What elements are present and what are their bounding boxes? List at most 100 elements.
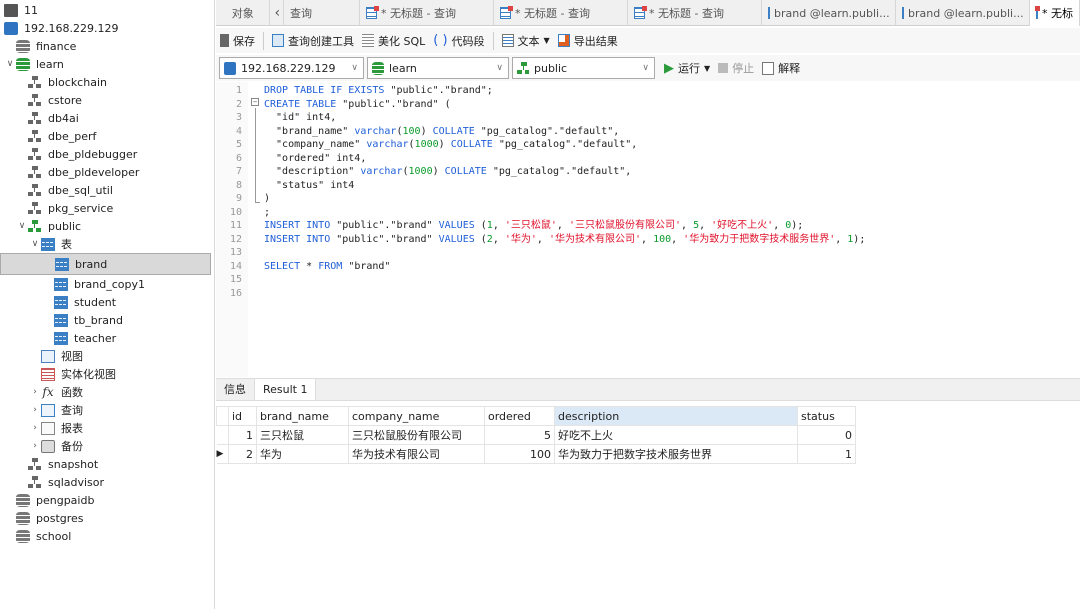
cell-brand-name[interactable]: 华为	[256, 444, 349, 464]
query-builder-button[interactable]: 查询创建工具	[272, 33, 354, 49]
connection-icon	[4, 3, 18, 17]
tab-editor[interactable]: * 无标题 - 查询	[628, 0, 762, 26]
chevron-right-icon[interactable]: ›	[29, 423, 41, 433]
column-header-description[interactable]: description	[554, 406, 798, 426]
cell-ordered[interactable]: 100	[484, 444, 555, 464]
column-header-ordered[interactable]: ordered	[484, 406, 555, 426]
stop-button[interactable]: 停止	[718, 60, 754, 76]
fold-toggle-icon[interactable]: −	[251, 98, 259, 106]
code-token: FROM	[318, 260, 349, 272]
tab-editor[interactable]: brand @learn.publi...	[896, 0, 1030, 26]
cell-brand-name[interactable]: 三只松鼠	[256, 425, 349, 445]
chevron-right-icon[interactable]: ›	[29, 441, 41, 451]
column-header-company-name[interactable]: company_name	[348, 406, 485, 426]
tree-item-snapshot[interactable]: snapshot	[0, 455, 214, 473]
tree-item[interactable]: ∨ 表	[0, 235, 214, 253]
tree-item[interactable]: › 备份	[0, 437, 214, 455]
tree-item-dbe-pldeveloper[interactable]: dbe_pldeveloper	[0, 163, 214, 181]
tree-item-dbe-sql-util[interactable]: dbe_sql_util	[0, 181, 214, 199]
tree-item[interactable]: › fx 函数	[0, 383, 214, 401]
beautify-sql-button[interactable]: 美化 SQL	[362, 33, 425, 49]
cell-description[interactable]: 华为致力于把数字技术服务世界	[554, 444, 798, 464]
tree-item-dbe-pldebugger[interactable]: dbe_pldebugger	[0, 145, 214, 163]
table-row[interactable]: ▶ 2 华为 华为技术有限公司 100 华为致力于把数字技术服务世界 1	[216, 444, 856, 464]
tab-info[interactable]: 信息	[216, 378, 254, 400]
cell-description[interactable]: 好吃不上火	[554, 425, 798, 445]
cell-status[interactable]: 0	[797, 425, 856, 445]
column-header-brand-name[interactable]: brand_name	[256, 406, 349, 426]
tab-scroll-back[interactable]: ‹	[270, 0, 284, 26]
code-line: 12 INSERT INTO "public"."brand" VALUES (2…	[216, 233, 1080, 247]
cell-status[interactable]: 1	[797, 444, 856, 464]
chevron-down-icon[interactable]: ∨	[4, 59, 16, 69]
code-snippet-button[interactable]: ( ) 代码段	[433, 33, 484, 49]
tree-item-label: pkg_service	[48, 201, 114, 215]
tree-item-teacher[interactable]: teacher	[0, 329, 214, 347]
connection-select[interactable]: 192.168.229.129 ∨	[219, 57, 364, 79]
code-token: "brand_name"	[264, 125, 355, 137]
tab-editor[interactable]: * 无标题 - 查询	[494, 0, 628, 26]
row-indicator[interactable]	[216, 425, 229, 445]
save-button[interactable]: 保存	[220, 33, 255, 49]
cell-company-name[interactable]: 华为技术有限公司	[348, 444, 485, 464]
function-icon: fx	[42, 384, 54, 399]
tree-item-sqladvisor[interactable]: sqladvisor	[0, 473, 214, 491]
row-indicator[interactable]: ▶	[216, 444, 229, 464]
column-header-id[interactable]: id	[228, 406, 257, 426]
tree-item-192-168-229-129[interactable]: 192.168.229.129	[0, 19, 214, 37]
text-mode-dropdown[interactable]: 文本 ▼	[501, 33, 550, 49]
cell-company-name[interactable]: 三只松鼠股份有限公司	[348, 425, 485, 445]
tree-item-label: brand	[75, 257, 108, 271]
tree-item-brand[interactable]: brand	[0, 253, 211, 275]
tree-item-blockchain[interactable]: blockchain	[0, 73, 214, 91]
cell-id[interactable]: 2	[228, 444, 257, 464]
tab-label: brand @learn.publi...	[908, 6, 1024, 20]
export-results-button[interactable]: 导出结果	[557, 33, 618, 49]
tree-item-tb-brand[interactable]: tb_brand	[0, 311, 214, 329]
result-grid[interactable]: id brand_name company_name ordered descripti…	[216, 406, 856, 464]
cell-id[interactable]: 1	[228, 425, 257, 445]
tree-item-public[interactable]: ∨ public	[0, 217, 214, 235]
tree-item-finance[interactable]: finance	[0, 37, 214, 55]
code-token: "company_name"	[264, 139, 367, 150]
tree-item-school[interactable]: school	[0, 527, 214, 545]
tab-editor[interactable]: * 无标题 - 查询	[360, 0, 494, 26]
chevron-right-icon[interactable]: ›	[29, 405, 41, 415]
tab-result-1[interactable]: Result 1	[254, 378, 317, 400]
tree-item-learn[interactable]: ∨ learn	[0, 55, 214, 73]
line-number: 16	[229, 287, 242, 299]
tree-item-dbe-perf[interactable]: dbe_perf	[0, 127, 214, 145]
tree-item-label: tb_brand	[74, 313, 123, 327]
tab-objects[interactable]: 对象	[216, 0, 271, 26]
tree-item[interactable]: 视图	[0, 347, 214, 365]
tree-item[interactable]: 实体化视图	[0, 365, 214, 383]
database-select[interactable]: learn ∨	[367, 57, 509, 79]
tree-item-11[interactable]: 11	[0, 1, 214, 19]
tree-item-postgres[interactable]: postgres	[0, 509, 214, 527]
tree-item-brand-copy1[interactable]: brand_copy1	[0, 275, 214, 293]
tree-item-db4ai[interactable]: db4ai	[0, 109, 214, 127]
cell-ordered[interactable]: 5	[484, 425, 555, 445]
run-button[interactable]: ▶ 运行 ▼	[664, 60, 710, 76]
tree-item-pengpaidb[interactable]: pengpaidb	[0, 491, 214, 509]
object-tree[interactable]: 11 192.168.229.129 finance ∨ learn blockchain…	[0, 0, 215, 609]
code-line: 6 "ordered" int4,	[216, 152, 1080, 166]
tab-editor[interactable]: * 无标	[1030, 0, 1080, 26]
chevron-down-icon[interactable]: ∨	[29, 239, 41, 249]
code-token: 1000	[408, 166, 433, 177]
sql-editor[interactable]: 1 DROP TABLE IF EXISTS "public"."brand"; 2…	[216, 82, 1080, 377]
tree-item[interactable]: › 查询	[0, 401, 214, 419]
column-header-status[interactable]: status	[797, 406, 856, 426]
tree-item[interactable]: › 报表	[0, 419, 214, 437]
tree-item-pkg-service[interactable]: pkg_service	[0, 199, 214, 217]
tab-editor[interactable]: brand @learn.publi...	[762, 0, 896, 26]
tab-editor[interactable]: 查询	[284, 0, 360, 26]
schema-select[interactable]: public ∨	[512, 57, 655, 79]
code-token: varchar	[360, 166, 403, 177]
chevron-right-icon[interactable]: ›	[29, 387, 41, 397]
chevron-down-icon[interactable]: ∨	[16, 221, 28, 231]
table-row[interactable]: 1 三只松鼠 三只松鼠股份有限公司 5 好吃不上火 0	[216, 425, 856, 445]
tree-item-student[interactable]: student	[0, 293, 214, 311]
explain-button[interactable]: 解释	[762, 60, 800, 76]
tree-item-cstore[interactable]: cstore	[0, 91, 214, 109]
